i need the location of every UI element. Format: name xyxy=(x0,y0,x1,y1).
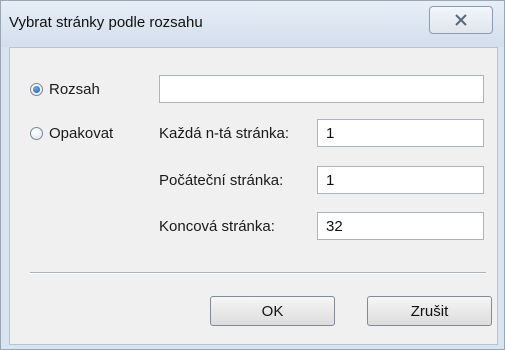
separator xyxy=(30,272,486,274)
ok-button[interactable]: OK xyxy=(210,296,335,326)
end-page-label: Koncová stránka: xyxy=(159,218,275,235)
start-page-input[interactable] xyxy=(317,166,484,194)
repeat-radio-circle xyxy=(30,127,43,140)
dialog-window: Vybrat stránky podle rozsahu Rozsah Opak… xyxy=(0,0,505,350)
title-bar: Vybrat stránky podle rozsahu xyxy=(1,1,504,47)
cancel-button[interactable]: Zrušit xyxy=(367,296,492,326)
close-button[interactable] xyxy=(429,6,493,34)
repeat-radio[interactable]: Opakovat xyxy=(30,125,113,142)
range-radio-circle xyxy=(30,83,43,96)
every-nth-input[interactable] xyxy=(317,119,484,147)
start-page-label: Počáteční stránka: xyxy=(159,172,284,189)
dialog-title: Vybrat stránky podle rozsahu xyxy=(9,14,203,31)
range-input[interactable] xyxy=(159,75,484,103)
every-nth-label: Každá n-tá stránka: xyxy=(159,125,290,142)
close-icon xyxy=(454,14,468,26)
range-radio-label: Rozsah xyxy=(49,81,100,98)
end-page-input[interactable] xyxy=(317,212,484,240)
range-radio[interactable]: Rozsah xyxy=(30,81,100,98)
dialog-content: Rozsah Opakovat Každá n-tá stránka: Počá… xyxy=(9,47,498,345)
repeat-radio-label: Opakovat xyxy=(49,125,114,142)
